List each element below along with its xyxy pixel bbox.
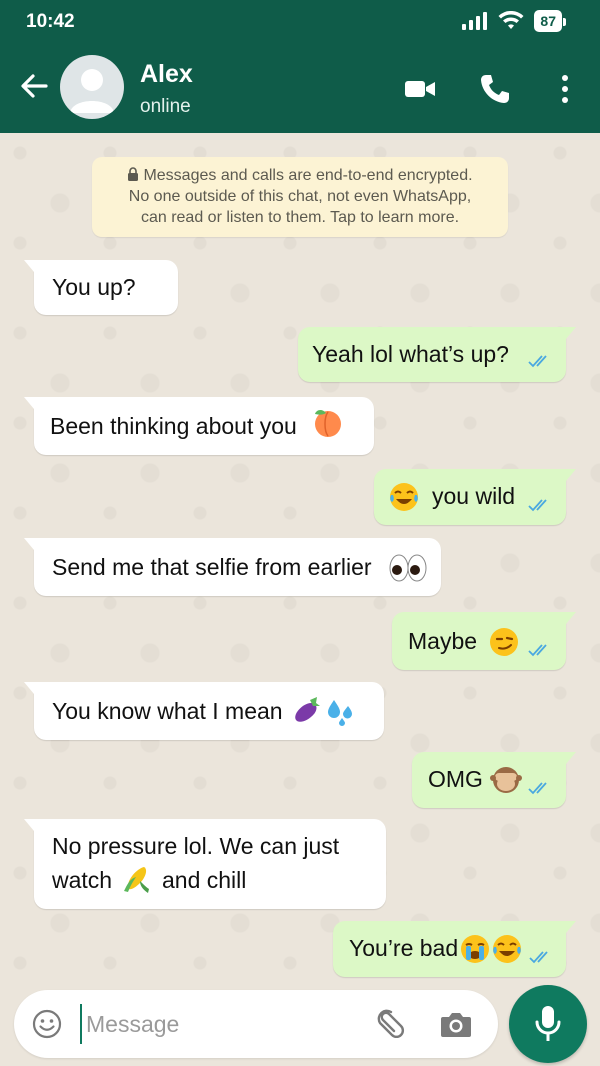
notice-text-1: Messages and calls are end-to-end encryp… — [143, 167, 473, 184]
eyes-emoji-icon — [389, 554, 427, 582]
status-time: 10:42 — [26, 11, 75, 32]
message-text: OMG — [428, 766, 483, 792]
camera-icon[interactable] — [439, 1008, 473, 1040]
message-input[interactable] — [80, 1004, 350, 1044]
message-text-line-1: No pressure lol. We can just — [52, 833, 340, 859]
message-outgoing[interactable]: You’re bad — [333, 921, 576, 977]
message-outgoing[interactable]: OMG — [412, 752, 576, 808]
lock-icon — [128, 167, 139, 181]
double-check-icon — [528, 782, 547, 795]
avatar[interactable] — [60, 55, 124, 119]
composer-bar — [0, 983, 600, 1066]
notice-line-1: Messages and calls are end-to-end encryp… — [92, 165, 508, 186]
signal-icon — [462, 12, 488, 30]
attach-icon[interactable] — [372, 1007, 406, 1041]
message-text-line-2a: watch — [52, 867, 113, 893]
double-check-icon — [528, 355, 547, 368]
default-avatar-icon — [70, 69, 114, 113]
notice-text-3: can read or listen to them. Tap to learn… — [140, 209, 460, 226]
message-text: Maybe — [408, 628, 478, 654]
message-text: You’re bad — [349, 935, 459, 961]
notice-text-2: No one outside of this chat, not even Wh… — [128, 188, 472, 205]
message-incoming[interactable]: You know what I mean — [24, 682, 384, 740]
laughing-tears-emoji-icon — [390, 483, 418, 511]
message-incoming[interactable]: No pressure lol. We can just watch and c… — [24, 819, 386, 909]
message-text: Send me that selfie from earlier — [52, 554, 372, 580]
mic-icon — [535, 1006, 561, 1041]
message-input-container[interactable] — [14, 990, 498, 1058]
chat-header: 10:42 87 Alex online — [0, 0, 600, 133]
corn-emoji-icon — [124, 867, 149, 893]
smirking-emoji-icon — [490, 628, 518, 656]
eggplant-emoji-icon — [295, 697, 320, 722]
message-text: You know what I mean — [52, 698, 283, 724]
video-call-icon[interactable] — [403, 72, 437, 106]
loudly-crying-emoji-icon — [461, 935, 489, 963]
phone-icon[interactable] — [478, 72, 512, 106]
double-check-icon — [528, 499, 547, 512]
sweat-droplets-emoji-icon — [328, 700, 352, 726]
double-check-icon — [529, 951, 548, 964]
message-text: Yeah lol what’s up? — [312, 341, 509, 367]
status-bar: 10:42 87 — [0, 0, 600, 44]
wifi-icon — [498, 11, 524, 29]
encryption-notice[interactable]: Messages and calls are end-to-end encryp… — [92, 157, 508, 237]
battery-indicator: 87 — [534, 10, 566, 32]
message-incoming[interactable]: Been thinking about you — [24, 397, 374, 455]
message-text: Been thinking about you — [50, 413, 297, 439]
message-text: You up? — [52, 274, 136, 300]
mic-button[interactable] — [509, 985, 587, 1063]
contact-name[interactable]: Alex — [140, 60, 193, 89]
message-text-line-2b: and chill — [162, 867, 247, 893]
message-incoming[interactable]: You up? — [24, 260, 178, 315]
contact-status: online — [140, 96, 191, 117]
status-icons: 87 — [462, 10, 566, 32]
chat-area[interactable]: Messages and calls are end-to-end encryp… — [0, 133, 600, 983]
back-arrow-icon[interactable] — [16, 68, 52, 104]
message-outgoing[interactable]: Yeah lol what’s up? — [298, 327, 576, 382]
message-text: you wild — [432, 483, 516, 509]
message-outgoing[interactable]: you wild — [374, 469, 576, 525]
message-outgoing[interactable]: Maybe — [392, 612, 576, 670]
app-bar: Alex online — [0, 44, 600, 133]
double-check-icon — [528, 644, 547, 657]
peach-emoji-icon — [315, 410, 341, 437]
emoji-icon[interactable] — [32, 1009, 62, 1039]
message-incoming[interactable]: Send me that selfie from earlier — [24, 538, 441, 596]
more-vertical-icon[interactable] — [548, 72, 582, 106]
laughing-tears-emoji-icon — [493, 935, 521, 963]
see-no-evil-monkey-emoji-icon — [490, 767, 522, 793]
